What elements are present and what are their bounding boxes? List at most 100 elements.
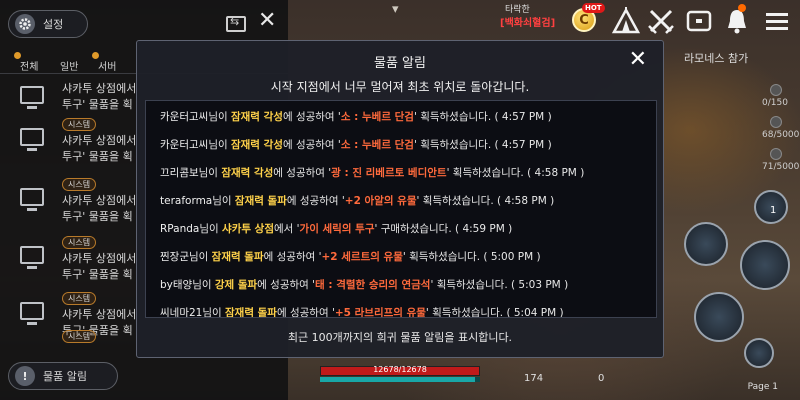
timestamp: ( 4:58 PM ) xyxy=(527,167,585,179)
text: 에 성공하여 ' xyxy=(263,251,322,263)
hp-text: 12678/12678 xyxy=(373,365,427,374)
tab-all[interactable]: 전체 xyxy=(20,58,38,73)
list-item-line1: 샤카투 상점에서 xyxy=(62,194,137,207)
list-item: teraforma님이 잠재력 돌파에 성공하여 '+2 아알의 유물' 획득하… xyxy=(160,193,656,213)
player-name: by태양 xyxy=(160,279,193,291)
bottom-counter: 0 xyxy=(598,373,605,384)
modal-footer: 최근 100개까지의 희귀 물품 알림을 표시합니다. xyxy=(287,331,513,344)
attack-button[interactable] xyxy=(694,292,744,342)
list-item-line2: 투구' 물품을 획 xyxy=(62,98,133,111)
item-alert-button[interactable]: ! 물품 알림 xyxy=(8,362,118,390)
text: 에서 ' xyxy=(274,223,300,235)
player-name: 끄리콤보 xyxy=(160,167,199,179)
text: ' 구매하셨습니다. xyxy=(374,223,456,235)
monitor-icon xyxy=(20,86,44,109)
text: 님이 xyxy=(192,279,215,291)
list-item-line2: 투구' 물품을 획 xyxy=(62,268,133,281)
item-name: +2 세르트의 유물 xyxy=(321,251,403,263)
action-name: 잠재력 돌파 xyxy=(211,251,264,263)
system-tag: 시스템 xyxy=(62,330,97,343)
potion-count: 1 xyxy=(770,205,777,216)
text: 님이 xyxy=(188,251,212,263)
action-name: 잠재력 각성 xyxy=(221,167,274,179)
skill-button[interactable] xyxy=(740,240,790,290)
alert-icon: ! xyxy=(15,366,35,386)
list-item: 끄리콤보님이 잠재력 각성에 성공하여 '광 : 진 리베르토 베디안트' 획득… xyxy=(160,165,656,185)
tab-general[interactable]: 일반 xyxy=(60,58,78,73)
close-icon[interactable]: ✕ xyxy=(258,10,276,32)
item-alert-label: 물품 알림 xyxy=(43,370,87,383)
chevron-down-icon[interactable]: ▾ xyxy=(392,2,399,17)
item-name: +5 라브리프의 유물 xyxy=(334,307,426,318)
resource-icon xyxy=(770,116,782,128)
monitor-icon xyxy=(20,302,44,325)
list-item-line1: 샤카투 상점에서 xyxy=(62,308,137,321)
list-item-line2: 투구' 물품을 획 xyxy=(62,210,133,223)
text: 님이 xyxy=(202,307,226,318)
text: 님이 xyxy=(212,195,235,207)
system-tag: 시스템 xyxy=(62,236,97,249)
modal-title: 물품 알림 xyxy=(374,56,426,71)
bottom-counter: 174 xyxy=(524,373,544,384)
resource-counter: 71/5000 xyxy=(762,162,800,172)
player-name: teraforma xyxy=(160,195,213,207)
resource-icon xyxy=(770,84,782,96)
system-tag: 시스템 xyxy=(62,118,97,131)
skill-button[interactable] xyxy=(684,222,728,266)
crossed-swords-icon[interactable] xyxy=(646,6,676,36)
quest-label[interactable]: 라모네스 참가 xyxy=(684,50,748,66)
notification-dot xyxy=(738,4,746,12)
list-item: 씨네마21님이 잠재력 돌파에 성공하여 '+5 라브리프의 유물' 획득하셨습… xyxy=(160,305,656,318)
player-name: 카운터고씨 xyxy=(160,111,209,123)
storage-box-icon[interactable] xyxy=(684,6,714,36)
text: 에 성공하여 ' xyxy=(282,111,341,123)
settings-label: 설정 xyxy=(43,18,64,31)
tab-server[interactable]: 서버 xyxy=(98,58,116,73)
page-label[interactable]: Page 1 xyxy=(748,382,778,392)
text: 에 성공하여 ' xyxy=(276,307,335,318)
item-name: 소 : 누베르 단검 xyxy=(340,111,414,123)
text: 에 성공하여 ' xyxy=(273,167,332,179)
gear-icon xyxy=(15,14,35,34)
system-tag: 시스템 xyxy=(62,292,97,305)
timestamp: ( 4:58 PM ) xyxy=(497,195,555,207)
dodge-button[interactable] xyxy=(744,338,774,368)
hp-bar: 12678/12678 xyxy=(320,365,480,376)
list-item-line2: 투구' 물품을 획 xyxy=(62,150,133,163)
action-name: 잠재력 각성 xyxy=(230,111,283,123)
menu-icon[interactable] xyxy=(762,6,792,36)
list-item: RPanda님이 샤카투 상점에서 '가이 세릭의 투구' 구매하셨습니다. (… xyxy=(160,221,656,241)
exit-icon[interactable] xyxy=(226,15,246,32)
bell-icon[interactable] xyxy=(722,6,752,36)
list-item: 카운터고씨님이 잠재력 각성에 성공하여 '소 : 누베르 단검' 획득하셨습니… xyxy=(160,109,656,129)
text: ' 획득하셨습니다. xyxy=(413,139,495,151)
list-item: 카운터고씨님이 잠재력 각성에 성공하여 '소 : 누베르 단검' 획득하셨습니… xyxy=(160,137,656,157)
monitor-icon xyxy=(20,188,44,211)
text: 님이 xyxy=(208,139,231,151)
action-name: 샤카투 상점 xyxy=(222,223,274,235)
list-item-line1: 샤카투 상점에서 xyxy=(62,134,137,147)
resource-counter: 0/150 xyxy=(762,98,788,108)
text: 에 성공하여 ' xyxy=(282,139,341,151)
timestamp: ( 5:04 PM ) xyxy=(506,307,564,318)
mp-bar xyxy=(320,377,480,382)
list-item: by태양님이 강제 돌파에 성공하여 '태 : 격렬한 승리의 연금석' 획득하… xyxy=(160,277,656,297)
settings-button[interactable]: 설정 xyxy=(8,10,88,38)
player-name: 카운터고씨 xyxy=(160,139,209,151)
text: ' 획득하셨습니다. xyxy=(416,195,498,207)
action-name: 잠재력 각성 xyxy=(230,139,283,151)
text: ' 획득하셨습니다. xyxy=(413,111,495,123)
resource-counter: 68/5000 xyxy=(762,130,800,140)
list-item-line1: 샤카투 상점에서 xyxy=(62,252,137,265)
item-name: 소 : 누베르 단검 xyxy=(340,139,414,151)
tent-icon[interactable] xyxy=(611,6,641,36)
close-icon[interactable]: ✕ xyxy=(629,49,647,71)
item-alert-list[interactable]: 카운터고씨님이 잠재력 각성에 성공하여 '소 : 누베르 단검' 획득하셨습니… xyxy=(145,100,657,318)
item-name: +2 아알의 유물 xyxy=(344,195,417,207)
text: ' 획득하셨습니다. xyxy=(402,251,484,263)
modal-subtitle: 시작 지점에서 너무 멀어져 최초 위치로 돌아갑니다. xyxy=(270,80,530,94)
action-name: 잠재력 돌파 xyxy=(225,307,277,318)
text: 님이 xyxy=(199,223,223,235)
action-name: 잠재력 돌파 xyxy=(234,195,287,207)
monitor-icon xyxy=(20,246,44,269)
